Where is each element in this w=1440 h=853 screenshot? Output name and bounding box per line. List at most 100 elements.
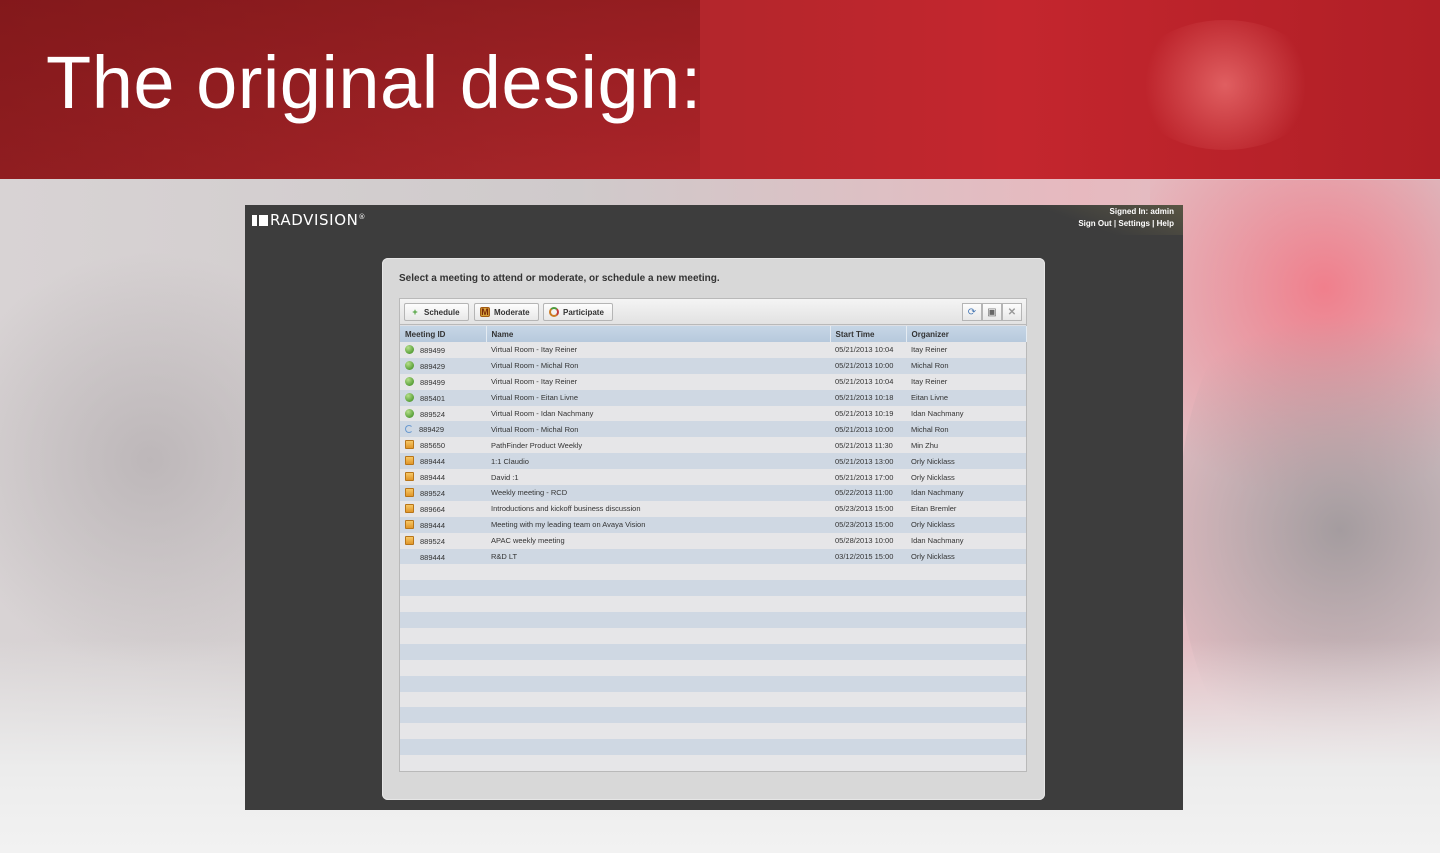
col-organizer[interactable]: Organizer xyxy=(906,326,1027,342)
organizer-cell: Orly Nicklass xyxy=(906,453,1026,470)
table-row[interactable]: 889429 Virtual Room - Michal Ron 05/21/201… xyxy=(400,421,1026,438)
meeting-id-cell: 889524 xyxy=(400,405,486,422)
empty-cell xyxy=(400,723,486,740)
status-sched-icon xyxy=(405,487,414,497)
start-time-cell: 05/23/2013 15:00 xyxy=(830,500,906,517)
table-row[interactable]: 889524 APAC weekly meeting 05/28/2013 10:0… xyxy=(400,532,1026,549)
export-icon[interactable]: ▣ xyxy=(982,303,1002,321)
status-sched-icon xyxy=(405,456,414,466)
settings-link[interactable]: Settings xyxy=(1118,219,1150,228)
meeting-id: 889524 xyxy=(420,409,446,419)
participate-label: Participate xyxy=(563,307,604,317)
empty-cell xyxy=(906,739,1026,756)
status-sched-icon xyxy=(405,535,414,545)
empty-cell xyxy=(486,580,830,597)
schedule-button[interactable]: + Schedule xyxy=(404,303,469,321)
empty-cell xyxy=(400,612,486,629)
organizer-cell: Orly Nicklass xyxy=(906,516,1026,533)
table-row[interactable]: 889499 Virtual Room - Itay Reiner 05/21/20… xyxy=(400,373,1026,390)
organizer-cell: Idan Nachmany xyxy=(906,485,1026,501)
slide-title: The original design: xyxy=(46,41,702,124)
col-name[interactable]: Name xyxy=(486,326,831,342)
empty-cell xyxy=(906,675,1026,692)
table-row[interactable]: 889499 Virtual Room - Itay Reiner 05/21/20… xyxy=(400,342,1026,358)
meeting-name-cell: Virtual Room - Michal Ron xyxy=(486,357,830,374)
table-row[interactable]: 885401 Virtual Room - Eitan Livne 05/21/20… xyxy=(400,389,1026,406)
refresh-icon[interactable]: ⟳ xyxy=(962,303,982,321)
meeting-id-cell: 885401 xyxy=(400,389,486,406)
table-row[interactable]: 889429 Virtual Room - Michal Ron 05/21/201… xyxy=(400,357,1026,374)
empty-cell xyxy=(400,596,486,613)
moderate-button[interactable]: M Moderate xyxy=(474,303,539,321)
grid-toolbar: + Schedule M Moderate Participate ⟳ ▣ ✕ xyxy=(400,299,1026,325)
meeting-id: 889429 xyxy=(420,361,446,371)
meeting-name-cell: Weekly meeting - RCD xyxy=(486,485,830,501)
table-row[interactable]: 889444 David :1 05/21/2013 17:00 Orly Nickl… xyxy=(400,469,1026,486)
start-time-cell: 05/22/2013 11:00 xyxy=(830,485,906,501)
meeting-id: 889444 xyxy=(420,520,446,530)
empty-cell xyxy=(830,612,906,629)
empty-cell xyxy=(486,707,830,724)
participate-button[interactable]: Participate xyxy=(543,303,613,321)
meeting-id-cell: 889444 xyxy=(400,516,486,533)
meeting-id-cell: 889429 xyxy=(400,357,486,374)
table-row[interactable]: 889444 Meeting with my leading team on Av… xyxy=(400,516,1026,533)
empty-cell xyxy=(830,564,906,581)
empty-cell xyxy=(486,643,830,660)
col-meeting-id[interactable]: Meeting ID xyxy=(400,326,487,342)
table-row[interactable]: 889664 Introductions and kickoff business… xyxy=(400,500,1026,517)
empty-row xyxy=(400,739,1026,756)
table-row[interactable]: 889444 R&D LT 03/12/2015 15:00 Orly Nicklas… xyxy=(400,548,1026,565)
plus-icon: + xyxy=(412,307,418,317)
user-area: Signed In: admin Sign Out | Settings | H… xyxy=(1078,206,1174,230)
meeting-id: 889499 xyxy=(420,345,446,355)
meeting-name-cell: Virtual Room - Michal Ron xyxy=(486,421,830,438)
meeting-id-cell: 889444 xyxy=(400,469,486,486)
status-green-icon xyxy=(405,344,414,354)
start-time-cell: 05/21/2013 11:30 xyxy=(830,437,906,454)
empty-cell xyxy=(830,723,906,740)
meeting-id: 885401 xyxy=(420,393,446,403)
meeting-name-cell: David :1 xyxy=(486,469,830,486)
meeting-id-cell: 889524 xyxy=(400,532,486,549)
empty-cell xyxy=(830,675,906,692)
logo-mark-icon xyxy=(252,214,268,226)
empty-cell xyxy=(400,580,486,597)
empty-cell xyxy=(906,723,1026,740)
table-row[interactable]: 889524 Weekly meeting - RCD 05/22/2013 11:… xyxy=(400,485,1026,501)
col-start-time[interactable]: Start Time xyxy=(830,326,907,342)
meeting-id: 889444 xyxy=(420,457,446,467)
sign-out-link[interactable]: Sign Out xyxy=(1078,219,1111,228)
help-link[interactable]: Help xyxy=(1157,219,1174,228)
empty-row xyxy=(400,596,1026,613)
empty-cell xyxy=(906,643,1026,660)
meeting-id: 889429 xyxy=(419,424,445,434)
empty-cell xyxy=(400,643,486,660)
organizer-cell: Idan Nachmany xyxy=(906,532,1026,549)
registered-mark: ® xyxy=(358,213,367,221)
start-time-cell: 05/28/2013 10:00 xyxy=(830,532,906,549)
meeting-name-cell: Virtual Room - Itay Reiner xyxy=(486,373,830,390)
app-window: RADVISION ® Signed In: admin Sign Out | … xyxy=(245,205,1183,810)
empty-cell xyxy=(400,707,486,724)
table-row[interactable]: 889524 Virtual Room - Idan Nachmany 05/21/… xyxy=(400,405,1026,422)
meeting-id-cell: 889444 xyxy=(400,453,486,470)
empty-row xyxy=(400,628,1026,644)
meeting-name-cell: PathFinder Product Weekly xyxy=(486,437,830,454)
start-time-cell: 05/21/2013 17:00 xyxy=(830,469,906,486)
empty-cell xyxy=(400,659,486,676)
empty-row xyxy=(400,691,1026,708)
link-separator: | xyxy=(1113,219,1117,228)
app-header: RADVISION ® Signed In: admin Sign Out | … xyxy=(245,205,1183,235)
signed-in-label: Signed In: admin xyxy=(1109,207,1174,216)
table-row[interactable]: 885650 PathFinder Product Weekly 05/21/201… xyxy=(400,437,1026,454)
table-row[interactable]: 889444 1:1 Claudio 05/21/2013 13:00 Orly Ni… xyxy=(400,453,1026,470)
empty-cell xyxy=(400,564,486,581)
empty-cell xyxy=(830,643,906,660)
close-icon[interactable]: ✕ xyxy=(1002,303,1022,321)
empty-row xyxy=(400,659,1026,676)
empty-cell xyxy=(906,596,1026,613)
meeting-id-cell: 885650 xyxy=(400,437,486,454)
meetings-grid: + Schedule M Moderate Participate ⟳ ▣ ✕ xyxy=(399,298,1027,772)
empty-cell xyxy=(830,691,906,708)
